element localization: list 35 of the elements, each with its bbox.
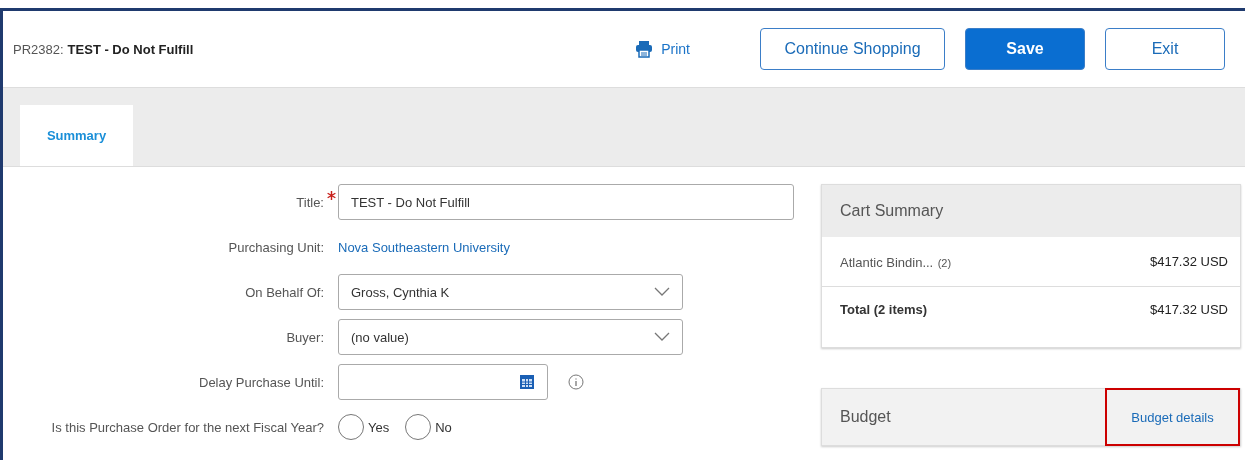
printer-icon (635, 40, 654, 58)
field-label: Purchasing Unit: (227, 239, 325, 255)
field-label: Delay Purchase Until: (198, 374, 325, 390)
chevron-down-icon (654, 287, 670, 297)
action-button[interactable]: Exit (1105, 28, 1225, 70)
total-price: $417.32 USD (1149, 302, 1228, 317)
request-id: PR2382: (13, 41, 64, 57)
info-icon[interactable] (568, 374, 584, 390)
radio-button[interactable] (338, 414, 364, 440)
field-label: Buyer: (285, 329, 325, 345)
dropdown[interactable]: (no value) (338, 319, 683, 355)
purchasing-unit-link[interactable]: Nova Southeastern University (338, 239, 510, 255)
item-price: $417.32 USD (1149, 254, 1228, 269)
radio-button[interactable] (405, 414, 432, 440)
budget-details-link[interactable]: Budget details (1105, 388, 1240, 446)
item-count: (2) (937, 256, 952, 269)
request-title: TEST - Do Not Fulfill (67, 41, 194, 57)
radio-label: No (435, 419, 452, 435)
calendar-icon[interactable] (519, 374, 535, 390)
radio-label: Yes (368, 419, 390, 435)
field-label: Title: (3, 194, 338, 210)
item-name: Atlantic Bindin... (840, 254, 934, 270)
title-field[interactable]: TEST - Do Not Fulfill (338, 184, 794, 220)
field-label: Is this Purchase Order for the next Fiscal Year? (50, 419, 325, 435)
field-label: On Behalf Of: (244, 284, 325, 300)
tab[interactable]: Summary (20, 105, 133, 166)
dropdown[interactable]: Gross, Cynthia K (338, 274, 683, 310)
chevron-down-icon (654, 332, 670, 342)
action-button[interactable]: Continue Shopping (760, 28, 945, 70)
save-button[interactable]: Save (965, 28, 1085, 70)
card-title: Cart Summary (822, 185, 1240, 237)
card-title: Budget (840, 408, 891, 426)
print-link[interactable]: Print (635, 40, 690, 58)
total-label: Total (2 items) (840, 302, 928, 317)
date-field[interactable] (338, 364, 548, 400)
